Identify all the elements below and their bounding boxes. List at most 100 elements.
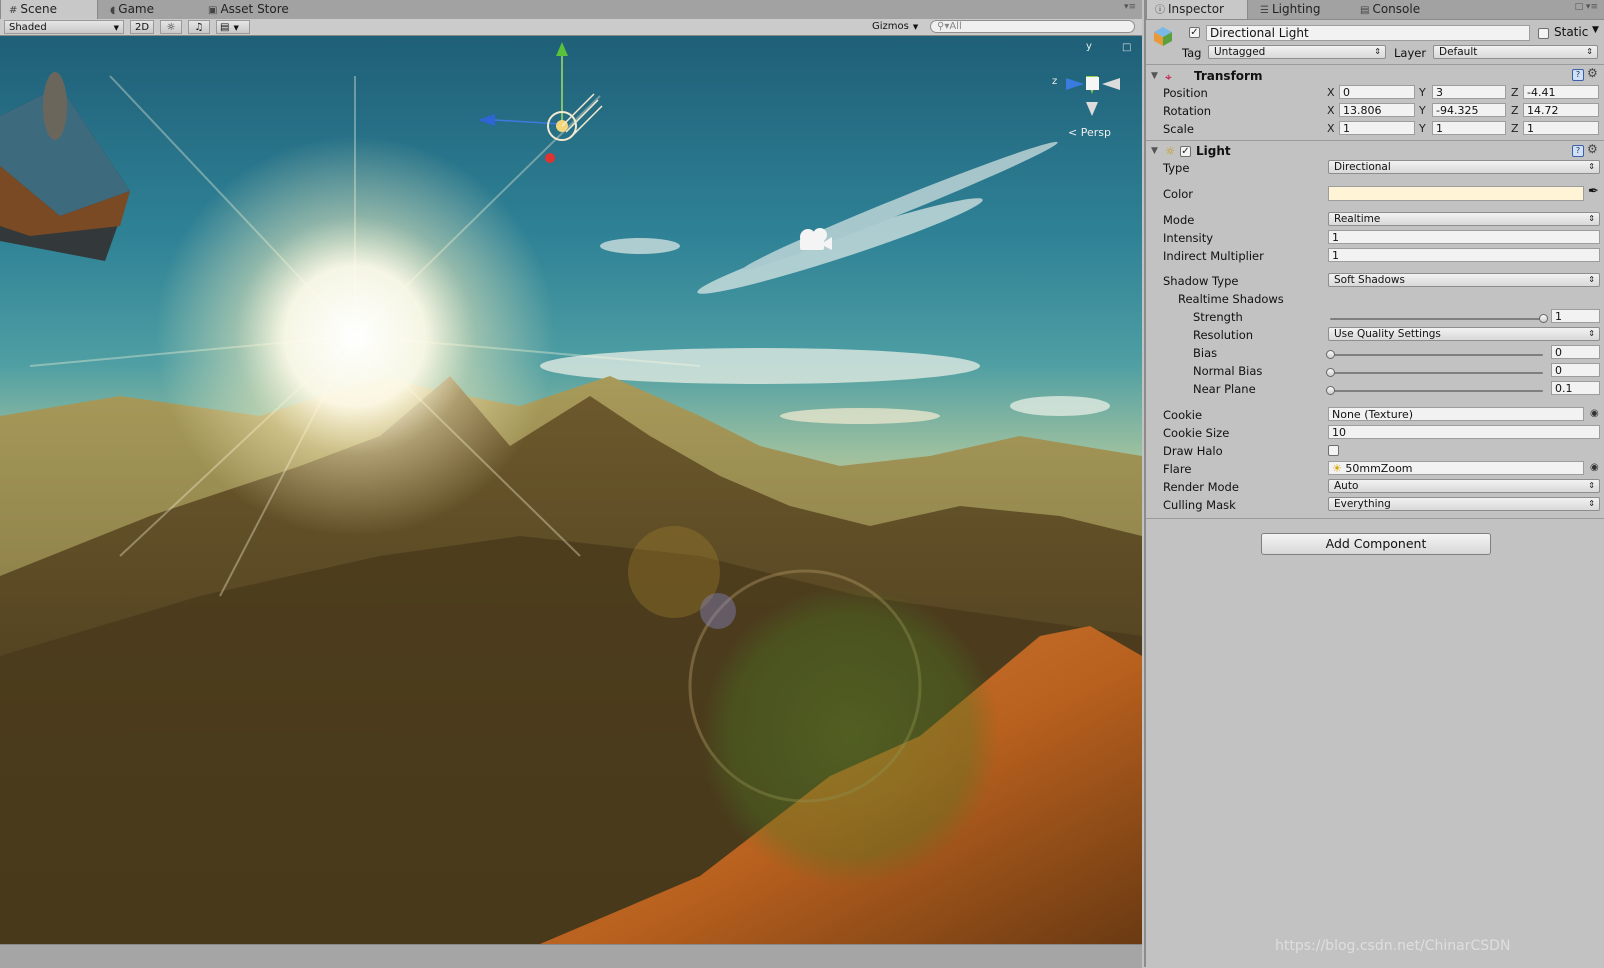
tab-lighting[interactable]: ☰ Lighting [1252, 0, 1340, 19]
static-dropdown-icon[interactable]: ▼ [1592, 25, 1599, 35]
bias-slider-track[interactable] [1330, 354, 1543, 356]
tag-dropdown[interactable]: Untagged ⇕ [1208, 45, 1386, 59]
rotation-label: Rotation [1163, 104, 1212, 118]
projection-toggle[interactable]: < Persp [1068, 126, 1111, 139]
directional-light-gizmo [478, 42, 603, 163]
inspector-lock-icon[interactable]: □ ▾≡ [1575, 2, 1598, 12]
position-y-field[interactable]: 3 [1432, 85, 1506, 99]
indirect-multiplier-field[interactable]: 1 [1328, 248, 1600, 262]
rotation-y-field[interactable]: -94.325 [1432, 103, 1506, 117]
axis-y-label: Y [1419, 122, 1426, 135]
near-plane-slider-thumb[interactable] [1326, 386, 1335, 395]
mode-dropdown[interactable]: Realtime ⇕ [1328, 212, 1600, 226]
position-x-field[interactable]: 0 [1339, 85, 1415, 99]
bias-label: Bias [1193, 346, 1218, 360]
foldout-arrow-icon[interactable]: ▼ [1151, 146, 1158, 156]
tab-scene[interactable]: # Scene [0, 0, 98, 19]
foldout-arrow-icon[interactable]: ▼ [1151, 71, 1158, 81]
type-dropdown[interactable]: Directional ⇕ [1328, 160, 1600, 174]
axis-y-label: Y [1419, 86, 1426, 99]
scene-lighting-toggle[interactable]: ☼ [160, 20, 182, 34]
light-title: Light [1196, 144, 1231, 158]
axis-y-label: Y [1419, 104, 1426, 117]
cookie-size-label: Cookie Size [1163, 426, 1230, 440]
object-name-field[interactable]: Directional Light [1206, 25, 1530, 41]
color-swatch[interactable] [1328, 186, 1584, 201]
object-active-checkbox[interactable]: ✓ [1189, 27, 1200, 38]
toggle-2d-button[interactable]: 2D [130, 20, 154, 34]
chevron-down-icon: ⇕ [1588, 499, 1595, 508]
draw-halo-checkbox[interactable] [1328, 445, 1339, 456]
gizmos-dropdown[interactable]: Gizmos ▼ [868, 20, 924, 34]
scene-audio-toggle[interactable]: ♫ [188, 20, 210, 34]
intensity-field[interactable]: 1 [1328, 230, 1600, 244]
add-component-button[interactable]: Add Component [1261, 533, 1491, 555]
sun-icon: ☼ [166, 22, 176, 33]
grid-icon: # [9, 5, 18, 16]
render-mode-dropdown[interactable]: Auto ⇕ [1328, 479, 1600, 493]
tab-asset-store[interactable]: ▣ Asset Store [200, 0, 318, 19]
help-icon[interactable]: ? [1572, 145, 1584, 157]
position-z-field[interactable]: -4.41 [1523, 85, 1599, 99]
strength-slider-track[interactable] [1330, 318, 1543, 320]
scale-x-field[interactable]: 1 [1339, 121, 1415, 135]
gear-icon[interactable]: ⚙ [1587, 142, 1598, 156]
eyedropper-icon[interactable]: ✒ [1588, 184, 1599, 199]
status-bar [0, 944, 1142, 968]
scale-z-field[interactable]: 1 [1523, 121, 1599, 135]
cookie-size-field[interactable]: 10 [1328, 425, 1600, 439]
resolution-dropdown[interactable]: Use Quality Settings ⇕ [1328, 327, 1600, 341]
draw-halo-label: Draw Halo [1163, 444, 1223, 458]
flare-purple-dot [700, 593, 736, 629]
near-plane-field[interactable]: 0.1 [1551, 381, 1600, 395]
bias-slider-thumb[interactable] [1326, 350, 1335, 359]
scene-viewport[interactable]: y z □ < Persp [0, 36, 1142, 944]
inspector-tab-bar: ⓘ Inspector ☰ Lighting ▤ Console □ ▾≡ [1146, 0, 1604, 20]
orientation-gizmo[interactable] [1066, 76, 1120, 116]
normal-bias-slider-thumb[interactable] [1326, 368, 1335, 377]
resolution-label: Resolution [1193, 328, 1254, 342]
chevron-down-icon: ⇕ [1588, 481, 1595, 490]
image-icon: ▤ [220, 22, 230, 33]
console-icon: ▤ [1360, 5, 1370, 16]
axis-x-label: X [1327, 104, 1335, 117]
tab-inspector[interactable]: ⓘ Inspector [1146, 0, 1248, 19]
normal-bias-slider-track[interactable] [1330, 372, 1543, 374]
separator [1146, 518, 1604, 519]
transform-title: Transform [1194, 69, 1263, 83]
culling-mask-dropdown[interactable]: Everything ⇕ [1328, 497, 1600, 511]
chevron-down-icon: ⇕ [1588, 214, 1595, 223]
shadow-type-dropdown[interactable]: Soft Shadows ⇕ [1328, 273, 1600, 287]
bias-field[interactable]: 0 [1551, 345, 1600, 359]
draw-mode-dropdown[interactable]: Shaded ▼ [4, 20, 124, 34]
gear-icon[interactable]: ⚙ [1587, 66, 1598, 80]
normal-bias-field[interactable]: 0 [1551, 363, 1600, 377]
scene-panel: # Scene ◖ Game ▣ Asset Store ▾≡ Shaded ▼ 2D … [0, 0, 1142, 968]
scale-y-field[interactable]: 1 [1432, 121, 1506, 135]
light-enabled-checkbox[interactable]: ✓ [1180, 146, 1191, 157]
tab-game[interactable]: ◖ Game [102, 0, 190, 19]
object-picker-icon[interactable]: ◉ [1590, 408, 1599, 419]
flare-field[interactable]: ☀ 50mmZoom [1328, 461, 1584, 475]
panel-menu-icon[interactable]: ▾≡ [1124, 2, 1136, 12]
render-mode-label: Render Mode [1163, 480, 1239, 494]
scene-search-input[interactable]: ⚲▾All [930, 20, 1135, 33]
rotation-z-field[interactable]: 14.72 [1523, 103, 1599, 117]
cookie-field[interactable]: None (Texture) [1328, 407, 1584, 421]
shadow-type-label: Shadow Type [1163, 274, 1239, 288]
static-checkbox[interactable] [1538, 28, 1549, 39]
axis-z-label: Z [1511, 86, 1519, 99]
near-plane-slider-track[interactable] [1330, 390, 1543, 392]
layer-dropdown[interactable]: Default ⇕ [1433, 45, 1598, 59]
rotation-x-field[interactable]: 13.806 [1339, 103, 1415, 117]
tab-console[interactable]: ▤ Console [1352, 0, 1440, 19]
help-icon[interactable]: ? [1572, 69, 1584, 81]
strength-field[interactable]: 1 [1551, 309, 1600, 323]
object-picker-icon[interactable]: ◉ [1590, 462, 1599, 473]
scene-effects-dropdown[interactable]: ▤ ▼ [216, 20, 250, 34]
strength-slider-thumb[interactable] [1539, 314, 1548, 323]
scene-tab-bar: # Scene ◖ Game ▣ Asset Store ▾≡ [0, 0, 1142, 20]
lock-icon[interactable]: □ [1122, 42, 1131, 53]
sun [155, 136, 555, 536]
gizmo-axis-z: z [1052, 76, 1058, 87]
